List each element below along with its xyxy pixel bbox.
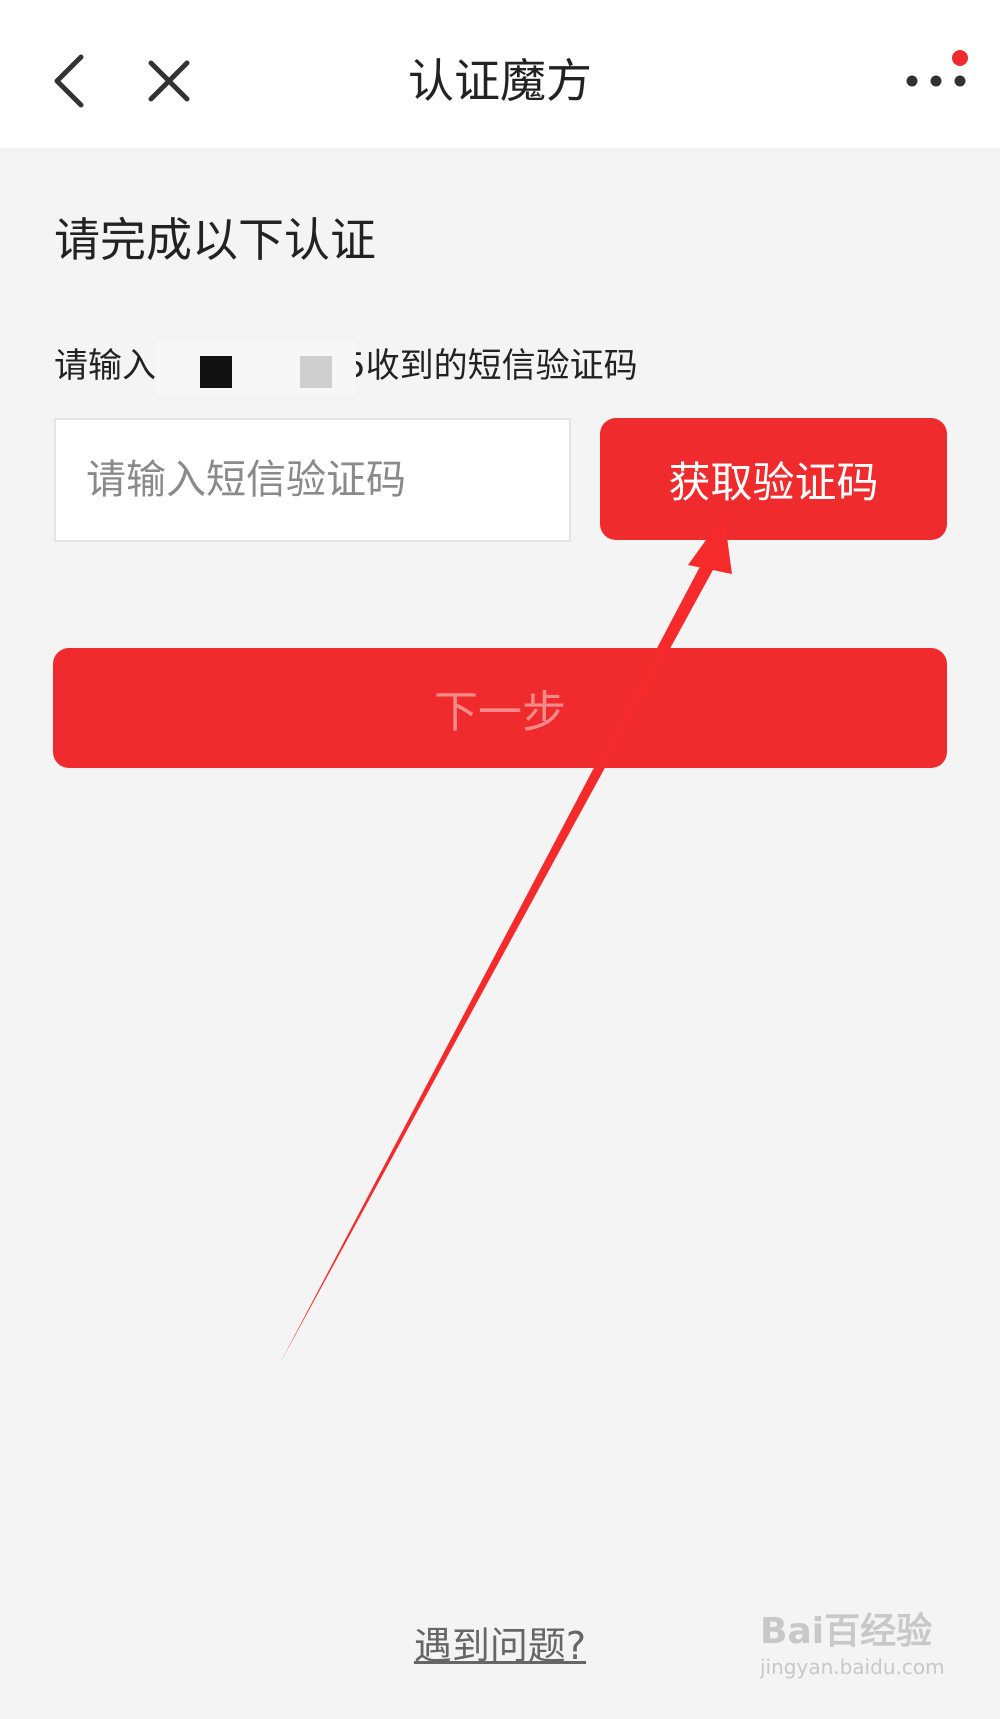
baidu-jingyan-watermark: Bai百经验 jingyan.baidu.com xyxy=(760,1610,960,1700)
watermark-url: jingyan.baidu.com xyxy=(760,1655,945,1679)
annotation-arrow xyxy=(279,515,732,1365)
annotation-arrow-head xyxy=(688,515,732,574)
annotation-arrow-shaft xyxy=(279,540,726,1365)
watermark-logo-text: Bai百经验 xyxy=(760,1611,933,1652)
